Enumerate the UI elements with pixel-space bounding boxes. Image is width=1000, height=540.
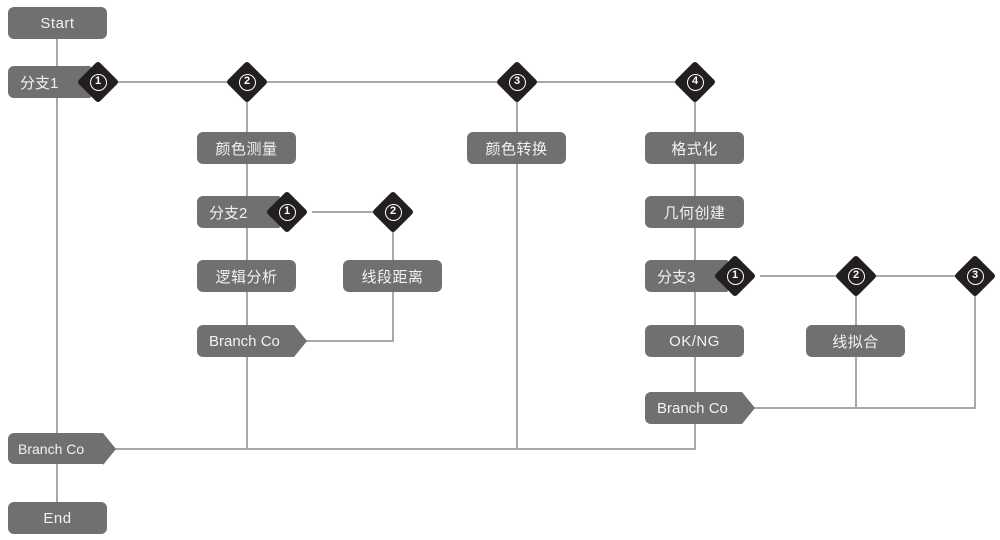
node-geometry-create[interactable]: 几何创建 [645,196,744,228]
connector-col2-d [246,357,248,449]
connector-linefit-down [855,357,857,408]
node-ok-ng-label: OK/NG [669,332,720,350]
diamond-label: 4 [680,67,710,97]
connector-segdist-down [392,292,394,341]
node-color-convert[interactable]: 颜色转换 [467,132,566,164]
decision-branch1-1[interactable]: 1 [76,60,120,104]
connector-col4-b [694,228,696,260]
node-branch-co-mid-label: Branch Co [209,332,280,350]
connector-branchco-to-end [56,464,58,502]
connector-col2-b [246,228,248,260]
decision-branch3-2[interactable]: 2 [834,254,878,298]
node-line-fit-label: 线拟合 [832,333,879,351]
node-segment-distance[interactable]: 线段距离 [343,260,442,292]
decision-branch1-4[interactable]: 4 [673,60,717,104]
node-branch3-label: 分支3 [657,268,696,286]
diamond-label: 1 [83,67,113,97]
decision-branch1-3[interactable]: 3 [495,60,539,104]
decision-branch3-1[interactable]: 1 [713,254,757,298]
node-color-convert-label: 颜色转换 [485,140,548,158]
diamond-label: 3 [960,261,990,291]
connector-branch2-bus [312,211,380,213]
node-geometry-create-label: 几何创建 [663,204,726,222]
node-ok-ng[interactable]: OK/NG [645,325,744,357]
node-branch2-label: 分支2 [209,204,248,222]
node-logic-analysis-label: 逻辑分析 [215,268,278,286]
node-branch1-label: 分支1 [20,74,59,92]
node-format[interactable]: 格式化 [645,132,744,164]
node-end-label: End [43,509,72,527]
connector-col4-a [694,164,696,196]
node-branch-co-bottom-label: Branch Co [18,440,85,457]
connector-top-bus [113,81,695,83]
node-branch-co-right-label: Branch Co [657,399,728,417]
diamond-label: 2 [841,261,871,291]
node-start[interactable]: Start [8,7,107,39]
node-start-label: Start [40,14,75,32]
node-color-measure[interactable]: 颜色测量 [197,132,296,164]
connector-col2-a [246,164,248,196]
diamond-label: 1 [720,261,750,291]
node-end[interactable]: End [8,502,107,534]
connector-col4-e [694,424,696,449]
node-branch-co-mid[interactable]: Branch Co [197,325,307,357]
flowchart-canvas: Start 分支1 1 2 3 4 颜色测量 分支2 1 2 逻辑分析 线段距离 [0,0,1000,540]
connector-right-branchco-bus [742,407,976,409]
diamond-label: 1 [272,197,302,227]
diamond-label: 2 [232,67,262,97]
node-segment-distance-label: 线段距离 [361,268,424,286]
decision-branch2-1[interactable]: 1 [265,190,309,234]
connector-col4-c [694,292,696,325]
diamond-label: 2 [378,197,408,227]
connector-branch3-d3-down [974,289,976,408]
node-color-measure-label: 颜色测量 [215,140,278,158]
node-branch-co-right[interactable]: Branch Co [645,392,755,424]
node-line-fit[interactable]: 线拟合 [806,325,905,357]
connector-bottom-branchco-bus [103,448,696,450]
node-branch-co-bottom[interactable]: Branch Co [8,433,116,465]
decision-branch3-3[interactable]: 3 [953,254,997,298]
connector-col4-d [694,357,696,392]
connector-col2-c [246,292,248,325]
decision-branch2-2[interactable]: 2 [371,190,415,234]
node-logic-analysis[interactable]: 逻辑分析 [197,260,296,292]
connector-col3-down [516,164,518,449]
node-format-label: 格式化 [671,140,718,158]
decision-branch1-2[interactable]: 2 [225,60,269,104]
connector-segdist-to-branchco [294,340,394,342]
connector-branch1-spine [56,90,58,433]
diamond-label: 3 [502,67,532,97]
